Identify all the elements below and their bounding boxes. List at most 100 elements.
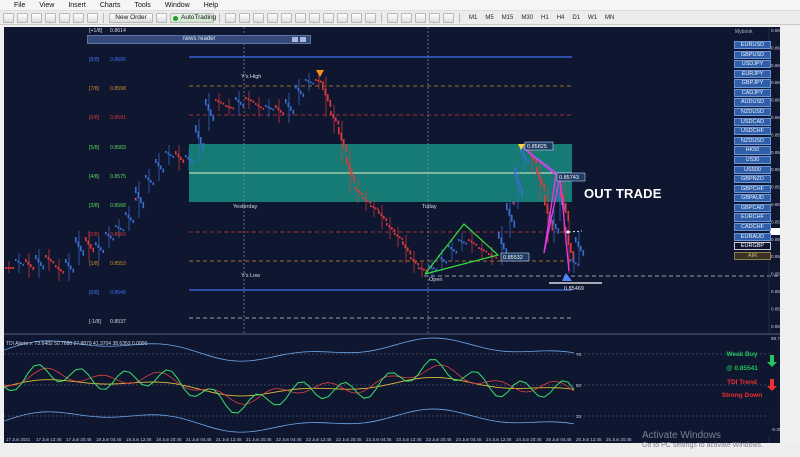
timeframe-mn[interactable]: MN — [601, 15, 618, 21]
candle-body — [567, 235, 570, 245]
timeframe-h1[interactable]: H1 — [537, 15, 553, 21]
autotrading-button[interactable]: AutoTrading — [170, 12, 216, 23]
candle-body — [57, 267, 60, 270]
symbol-button-nzdusd[interactable]: NZDUSD — [734, 108, 771, 117]
symbol-button-cadchf[interactable]: CADCHF — [734, 222, 771, 232]
symbol-button-cadjpy[interactable]: CADJPY — [734, 88, 771, 98]
autoscroll-icon[interactable] — [309, 12, 320, 23]
time-axis-tick: 22 Jun 12:45 — [306, 437, 332, 442]
symbol-button-usdjpy[interactable]: USDJPY — [734, 60, 771, 69]
symbol-button-usdchf[interactable]: USDCHF — [734, 127, 771, 136]
cursor-icon[interactable] — [387, 12, 398, 23]
murrey-value: 0.8575 — [110, 174, 126, 180]
news-reader-bar[interactable]: news reader — [87, 35, 311, 44]
candlesticks-icon[interactable] — [239, 12, 250, 23]
murrey-label: [2/8] — [89, 232, 100, 238]
symbol-button-air[interactable]: AIR — [734, 251, 771, 260]
new-chart-icon[interactable] — [3, 12, 14, 23]
vertical-line-icon[interactable] — [415, 12, 426, 23]
price-chart[interactable]: * * Y's High Y's Low Yesterday Today Ope… — [3, 27, 788, 443]
menu-insert[interactable]: Insert — [68, 2, 86, 9]
candle-body — [361, 193, 364, 196]
timeframe-w1[interactable]: W1 — [584, 15, 601, 21]
symbol-button-euraud[interactable]: EURAUD — [734, 232, 771, 241]
candle-body — [292, 109, 295, 115]
yesterday-label: Yesterday — [233, 204, 258, 210]
tester-icon[interactable] — [87, 12, 98, 23]
symbol-button-gbpchf[interactable]: GBPCHF — [734, 184, 771, 193]
news-reader-expand-icon[interactable] — [292, 37, 298, 42]
candle-body — [237, 99, 240, 103]
new-order-button[interactable]: New Order — [109, 12, 153, 23]
menu-help[interactable]: Help — [204, 2, 218, 9]
periods-icon[interactable] — [351, 12, 362, 23]
murrey-label: [6/8] — [89, 115, 100, 121]
trendline-icon[interactable] — [443, 12, 454, 23]
timeframe-m30[interactable]: M30 — [517, 15, 537, 21]
timeframe-m15[interactable]: M15 — [498, 15, 518, 21]
line-chart-icon[interactable] — [253, 12, 264, 23]
symbol-button-eurjpy[interactable]: EURJPY — [734, 69, 771, 78]
timeframe-d1[interactable]: D1 — [568, 15, 584, 21]
indicators-icon[interactable] — [337, 12, 348, 23]
symbol-button-us500[interactable]: US500 — [734, 165, 771, 174]
symbol-button-gbpcad[interactable]: GBPCAD — [734, 203, 771, 213]
candle-body — [47, 257, 50, 260]
candle-body — [202, 143, 205, 151]
menu-window[interactable]: Window — [165, 2, 190, 9]
profiles-icon[interactable] — [17, 12, 28, 23]
bar-chart-icon[interactable] — [225, 12, 236, 23]
terminal-icon[interactable] — [73, 12, 84, 23]
candle-body — [150, 179, 152, 183]
crosshair-icon[interactable] — [401, 12, 412, 23]
candle-body — [516, 174, 519, 184]
candle-body — [369, 201, 372, 204]
zoom-in-icon[interactable] — [267, 12, 278, 23]
candle-body — [175, 151, 177, 155]
data-window-icon[interactable] — [45, 12, 56, 23]
symbol-button-audusd[interactable]: AUDUSD — [734, 98, 771, 107]
toolbar: New Order AutoTrading M1 M5 M15 M30 H1 H4 D1 W1… — [0, 11, 800, 25]
symbol-button-us30[interactable]: US30 — [734, 155, 771, 165]
meta-editor-icon[interactable] — [156, 12, 167, 23]
candle-body — [345, 145, 348, 153]
murrey-value: 0.8591 — [110, 115, 126, 121]
menu-tools[interactable]: Tools — [134, 2, 150, 9]
signal-weak-buy: Weak Buy — [726, 351, 758, 358]
svg-text:0.85532: 0.85532 — [503, 255, 523, 261]
symbol-button-eurgbp[interactable]: EURGBP — [734, 242, 771, 251]
timeframe-m5[interactable]: M5 — [481, 15, 497, 21]
chart-shift-icon[interactable] — [323, 12, 334, 23]
symbol-button-eurchf[interactable]: EURCHF — [734, 213, 771, 222]
timeframe-h4[interactable]: H4 — [553, 15, 569, 21]
horizontal-line-icon[interactable] — [429, 12, 440, 23]
templates-icon[interactable] — [365, 12, 376, 23]
candle-body — [265, 105, 267, 107]
candle-body — [235, 97, 237, 100]
murrey-value: 0.8614 — [110, 28, 126, 34]
candle-body — [448, 245, 450, 248]
symbol-button-nzdusd[interactable]: NZDUSD — [734, 136, 771, 145]
candle-body — [252, 100, 255, 103]
symbol-button-gbpusd[interactable]: GBPUSD — [734, 50, 771, 59]
symbol-button-gbpaud[interactable]: GBPAUD — [734, 194, 771, 203]
timeframe-m1[interactable]: M1 — [465, 15, 481, 21]
symbol-button-hk50[interactable]: HK50 — [734, 146, 771, 155]
tile-windows-icon[interactable] — [295, 12, 306, 23]
right-scrollbar[interactable] — [780, 27, 800, 443]
candle-body — [205, 99, 207, 106]
chart-window[interactable]: * * Y's High Y's Low Yesterday Today Ope… — [3, 27, 788, 443]
symbol-button-eurusd[interactable]: EURUSD — [734, 41, 771, 50]
menu-file[interactable]: File — [14, 2, 25, 9]
news-reader-close-icon[interactable] — [300, 37, 306, 42]
symbol-button-gbpjpy[interactable]: GBPJPY — [734, 79, 771, 88]
market-watch-icon[interactable] — [31, 12, 42, 23]
menu-charts[interactable]: Charts — [100, 2, 121, 9]
menu-view[interactable]: View — [39, 2, 54, 9]
symbol-button-usdcad[interactable]: USDCAD — [734, 117, 771, 126]
time-axis-tick: 25 Jun 04:45 — [546, 437, 572, 442]
murrey-value: 0.8606 — [110, 57, 126, 63]
navigator-icon[interactable] — [59, 12, 70, 23]
zoom-out-icon[interactable] — [281, 12, 292, 23]
symbol-button-gbpnzd[interactable]: GBPNZD — [734, 175, 771, 184]
